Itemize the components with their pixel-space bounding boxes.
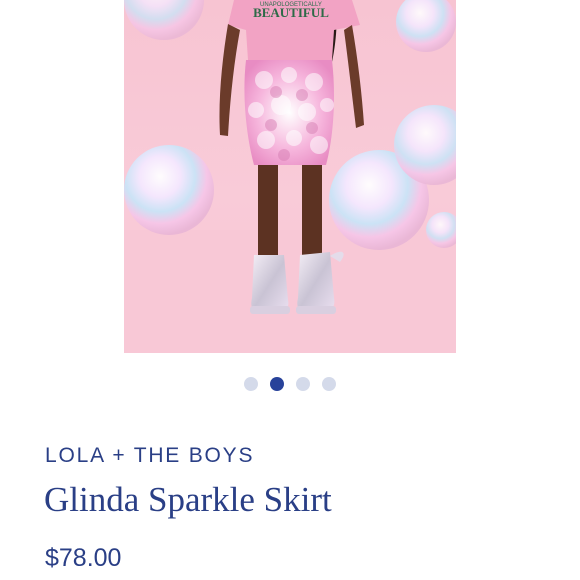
- carousel-indicators: [0, 376, 580, 392]
- product-photo-illustration: UNAPOLOGETICALLY BEAUTIFUL: [124, 0, 456, 353]
- balloon-left: [124, 145, 214, 235]
- carousel-dot-3[interactable]: [296, 377, 310, 391]
- svg-text:BEAUTIFUL: BEAUTIFUL: [253, 5, 329, 20]
- balloon-top-left: [124, 0, 204, 40]
- carousel-dot-4[interactable]: [322, 377, 336, 391]
- left-boot: [251, 255, 289, 312]
- carousel-dot-2-active[interactable]: [270, 377, 284, 391]
- product-price: $78.00: [45, 544, 122, 572]
- product-title: Glinda Sparkle Skirt: [44, 480, 332, 519]
- carousel-dot-1[interactable]: [244, 377, 258, 391]
- product-image[interactable]: UNAPOLOGETICALLY BEAUTIFUL: [124, 0, 456, 353]
- right-boot: [297, 252, 335, 312]
- brand-name[interactable]: LOLA + THE BOYS: [45, 444, 254, 468]
- balloon-top-right: [396, 0, 456, 52]
